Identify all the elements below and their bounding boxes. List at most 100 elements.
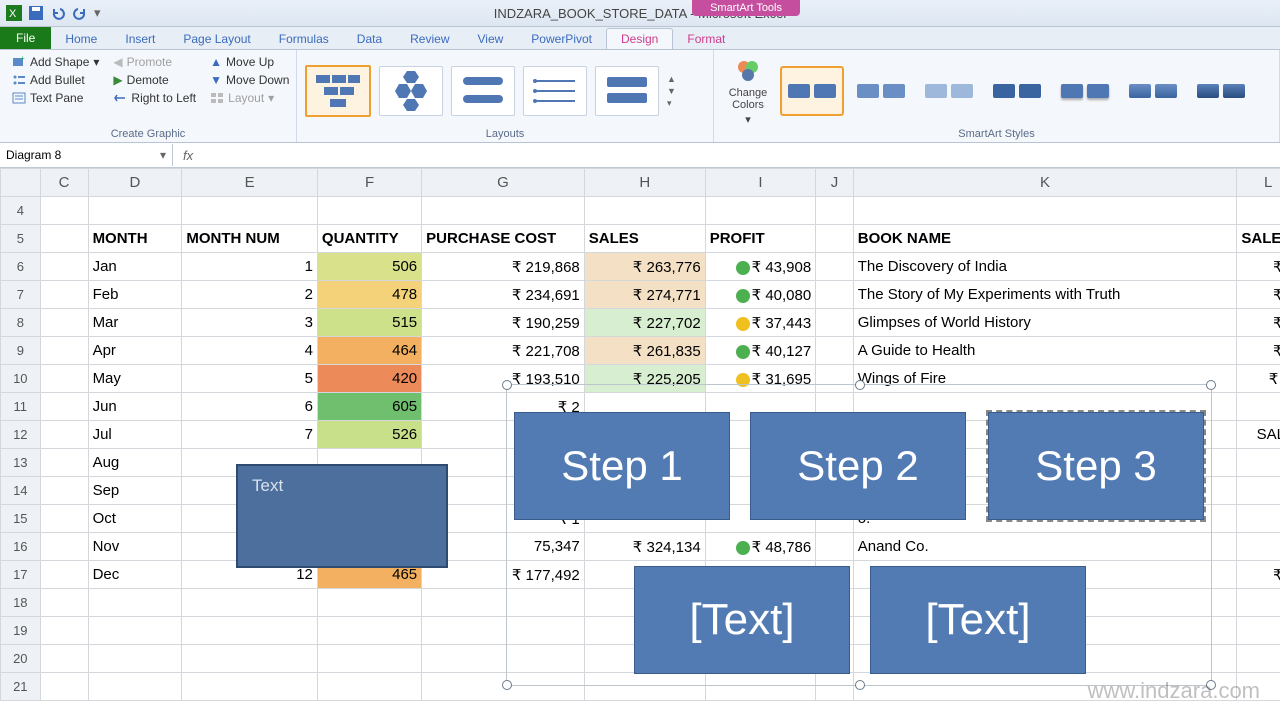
cell[interactable] (853, 197, 1237, 225)
cell[interactable]: 515 (317, 309, 421, 337)
fx-icon[interactable]: fx (173, 148, 203, 163)
column-header[interactable]: D (88, 169, 182, 197)
cell[interactable] (1237, 393, 1280, 421)
cell[interactable] (40, 253, 88, 281)
name-box-dropdown-icon[interactable]: ▾ (160, 148, 166, 162)
cell[interactable] (40, 589, 88, 617)
row-header[interactable]: 8 (1, 309, 41, 337)
cell[interactable] (182, 197, 318, 225)
cell[interactable]: Jan (88, 253, 182, 281)
layouts-scroll-up-icon[interactable]: ▲ (667, 74, 676, 84)
cell[interactable]: 464 (317, 337, 421, 365)
cell[interactable] (40, 225, 88, 253)
smartart-block-5[interactable]: [Text] (870, 566, 1086, 674)
cell[interactable] (88, 589, 182, 617)
cell[interactable]: ₹ 274,771 (584, 281, 705, 309)
cell[interactable]: Feb (88, 281, 182, 309)
cell[interactable] (40, 645, 88, 673)
tab-review[interactable]: Review (396, 29, 463, 49)
layout-thumb-1[interactable] (305, 65, 371, 117)
row-header[interactable]: 14 (1, 477, 41, 505)
column-header[interactable]: C (40, 169, 88, 197)
tab-powerpivot[interactable]: PowerPivot (517, 29, 606, 49)
cell[interactable]: ₹ 227,702 (584, 309, 705, 337)
cell[interactable]: Mar (88, 309, 182, 337)
right-to-left-button[interactable]: Right to Left (109, 90, 200, 106)
move-down-button[interactable]: ▼Move Down (206, 72, 293, 88)
cell[interactable] (40, 281, 88, 309)
cell[interactable]: 526 (317, 421, 421, 449)
style-thumb-3[interactable] (918, 67, 980, 115)
cell[interactable]: 478 (317, 281, 421, 309)
cell[interactable] (182, 645, 318, 673)
cell[interactable]: ₹ 219,868 (422, 253, 585, 281)
row-header[interactable]: 4 (1, 197, 41, 225)
row-header[interactable]: 6 (1, 253, 41, 281)
cell[interactable]: PROFIT (705, 225, 816, 253)
column-header[interactable]: F (317, 169, 421, 197)
cell[interactable]: Dec (88, 561, 182, 589)
tab-home[interactable]: Home (51, 29, 111, 49)
cell[interactable]: BOOK NAME (853, 225, 1237, 253)
cell[interactable] (40, 309, 88, 337)
smartart-block-1[interactable]: Step 1 (514, 412, 730, 520)
cell[interactable]: MONTH NUM (182, 225, 318, 253)
tab-formulas[interactable]: Formulas (265, 29, 343, 49)
row-header[interactable]: 21 (1, 673, 41, 701)
row-header[interactable]: 9 (1, 337, 41, 365)
cell[interactable]: 420 (317, 365, 421, 393)
tab-design[interactable]: Design (606, 28, 673, 49)
cell[interactable]: ₹ (1237, 449, 1280, 477)
smartart-text-pane[interactable]: Text (236, 464, 448, 568)
cell[interactable]: ₹ 1, (1237, 365, 1280, 393)
cell[interactable]: ₹ (1237, 533, 1280, 561)
cell[interactable]: SALES (584, 225, 705, 253)
cell[interactable]: ₹ 8 (1237, 309, 1280, 337)
cell[interactable] (40, 365, 88, 393)
column-header[interactable]: I (705, 169, 816, 197)
cell[interactable]: ₹ 6 (1237, 253, 1280, 281)
redo-icon[interactable] (72, 5, 88, 21)
cell[interactable]: May (88, 365, 182, 393)
row-header[interactable]: 10 (1, 365, 41, 393)
qat-dropdown-icon[interactable]: ▾ (94, 5, 101, 21)
cell[interactable]: ₹ 2 (1237, 281, 1280, 309)
row-header[interactable]: 17 (1, 561, 41, 589)
cell[interactable] (40, 449, 88, 477)
cell[interactable] (88, 197, 182, 225)
cell[interactable] (40, 617, 88, 645)
undo-icon[interactable] (50, 5, 66, 21)
cell[interactable] (40, 337, 88, 365)
cell[interactable]: 3 (182, 309, 318, 337)
layout-thumb-4[interactable] (523, 66, 587, 116)
tab-page-layout[interactable]: Page Layout (169, 29, 264, 49)
cell[interactable]: ₹ 40,127 (705, 337, 816, 365)
cell[interactable] (40, 673, 88, 701)
cell[interactable]: ₹ (1237, 505, 1280, 533)
cell[interactable]: ₹ 40,080 (705, 281, 816, 309)
cell[interactable]: ₹ 190,259 (422, 309, 585, 337)
layouts-more-icon[interactable]: ▾ (667, 98, 676, 109)
cell[interactable]: ₹ 221,708 (422, 337, 585, 365)
cell[interactable]: Sep (88, 477, 182, 505)
cell[interactable] (40, 533, 88, 561)
cell[interactable]: SALE (1237, 421, 1280, 449)
tab-format[interactable]: Format (673, 29, 739, 49)
cell[interactable]: Apr (88, 337, 182, 365)
cell[interactable]: Oct (88, 505, 182, 533)
row-header[interactable]: 20 (1, 645, 41, 673)
change-colors-button[interactable]: Change Colors▾ (722, 57, 774, 126)
cell[interactable] (88, 645, 182, 673)
cell[interactable]: 605 (317, 393, 421, 421)
cell[interactable] (1237, 617, 1280, 645)
cell[interactable]: 506 (317, 253, 421, 281)
row-header[interactable]: 7 (1, 281, 41, 309)
cell[interactable] (182, 673, 318, 701)
file-tab[interactable]: File (0, 27, 51, 49)
cell[interactable] (816, 309, 854, 337)
cell[interactable] (816, 253, 854, 281)
tab-data[interactable]: Data (343, 29, 396, 49)
cell[interactable]: MONTH (88, 225, 182, 253)
cell[interactable] (182, 589, 318, 617)
save-icon[interactable] (28, 5, 44, 21)
